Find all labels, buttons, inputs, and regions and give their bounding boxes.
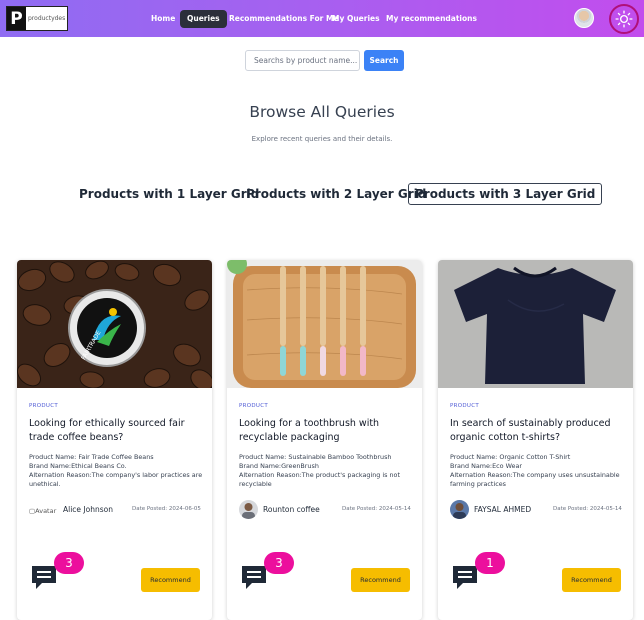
avatar-alt-text: Avatar: [35, 507, 57, 515]
product-name: Product Name: Fair Trade Coffee Beans: [29, 453, 154, 461]
tab-1-layer-grid[interactable]: Products with 1 Layer Grid: [79, 183, 259, 205]
page-subtitle: Explore recent queries and their details…: [251, 135, 393, 143]
recommend-button[interactable]: Recommend: [562, 568, 621, 592]
logo-mark: P: [7, 7, 26, 30]
nav-link-queries[interactable]: Queries: [180, 10, 227, 28]
nav-link-my-queries[interactable]: My Queries: [332, 10, 380, 28]
user-avatar[interactable]: [574, 8, 594, 28]
tab-3-layer-grid[interactable]: Products with 3 Layer Grid: [408, 183, 603, 205]
search-button[interactable]: Search: [364, 50, 404, 71]
comment-icon[interactable]: [30, 563, 58, 591]
author-name: Rounton coffee: [263, 505, 320, 514]
product-name: Product Name: Sustainable Bamboo Toothbr…: [239, 453, 392, 461]
tab-2-layer-grid[interactable]: Products with 2 Layer Grid: [246, 183, 426, 205]
sun-icon: [615, 10, 633, 28]
comment-icon[interactable]: [451, 563, 479, 591]
alternation-reason: Alternation Reason:The company's labor p…: [29, 471, 203, 488]
bamboo-toothbrushes-photo: [227, 260, 422, 388]
date-posted: Date Posted: 2024-05-14: [553, 506, 622, 512]
theme-toggle-button[interactable]: [609, 4, 639, 34]
recommend-button[interactable]: Recommend: [141, 568, 200, 592]
search-input[interactable]: [245, 50, 360, 71]
site-logo[interactable]: P productydes: [6, 6, 68, 31]
comment-count-badge: 3: [264, 552, 294, 574]
navbar: P productydes Home Queries Recommendatio…: [0, 0, 644, 37]
query-card: PRODUCT Looking for a toothbrush with re…: [227, 260, 422, 620]
recommend-button[interactable]: Recommend: [351, 568, 410, 592]
brand-name: Brand Name:Ethical Beans Co.: [29, 462, 127, 470]
nav-link-home[interactable]: Home: [151, 10, 175, 28]
author-name: FAYSAL AHMED: [474, 505, 532, 514]
coffee-beans-fairtrade-photo: FAIRTRADE: [17, 260, 212, 388]
card-category: PRODUCT: [29, 403, 59, 409]
date-posted: Date Posted: 2024-06-05: [132, 506, 201, 512]
comment-icon[interactable]: [240, 563, 268, 591]
card-category: PRODUCT: [239, 403, 269, 409]
brand-name: Brand Name:Eco Wear: [450, 462, 522, 470]
comment-count-badge: 3: [54, 552, 84, 574]
card-title: Looking for ethically sourced fair trade…: [29, 418, 185, 443]
card-category: PRODUCT: [450, 403, 480, 409]
product-name: Product Name: Organic Cotton T-Shirt: [450, 453, 571, 461]
query-card: FAIRTRADE PRODUCT Looking for ethically …: [17, 260, 212, 620]
navy-tshirt-photo: [438, 260, 633, 388]
brand-name: Brand Name:GreenBrush: [239, 462, 319, 470]
card-title: Looking for a toothbrush with recyclable…: [239, 418, 380, 443]
nav-link-recommendations-for-me[interactable]: Recommendations For Me: [229, 10, 339, 28]
author-name: Alice Johnson: [63, 505, 113, 514]
card-title: In search of sustainably produced organi…: [450, 418, 611, 443]
date-posted: Date Posted: 2024-05-14: [342, 506, 411, 512]
page-title: Browse All Queries: [249, 103, 395, 121]
alternation-reason: Alternation Reason:The product's packagi…: [239, 471, 400, 488]
logo-text: productydes: [28, 15, 66, 22]
alternation-reason: Alternation Reason:The company uses unsu…: [450, 471, 620, 488]
query-card: PRODUCT In search of sustainably produce…: [438, 260, 633, 620]
author-avatar: [239, 500, 258, 519]
comment-count-badge: 1: [475, 552, 505, 574]
author-avatar: [450, 500, 469, 519]
nav-link-my-recommendations[interactable]: My recommendations: [386, 10, 477, 28]
author-avatar: ▢Avatar: [29, 507, 57, 515]
